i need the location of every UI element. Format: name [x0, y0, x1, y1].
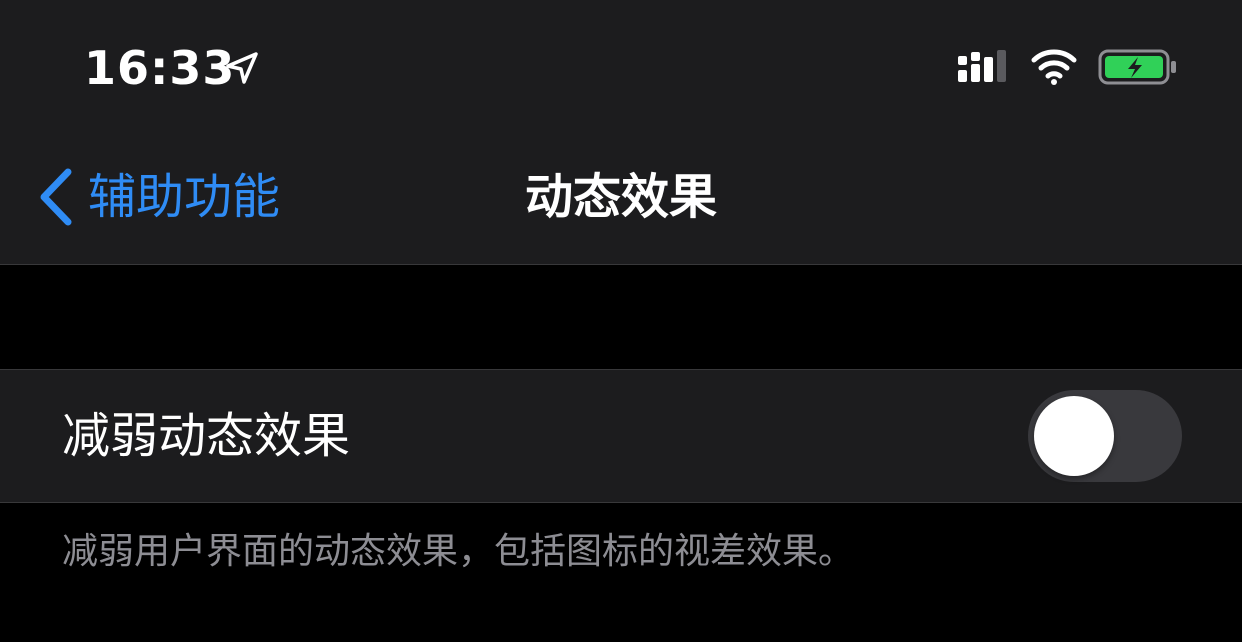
reduce-motion-toggle[interactable]	[1028, 390, 1182, 482]
status-bar: 16:33	[0, 0, 1242, 130]
reduce-motion-description: 减弱用户界面的动态效果，包括图标的视差效果。	[62, 531, 855, 572]
wifi-icon	[1031, 49, 1077, 85]
location-arrow-icon	[226, 52, 258, 84]
battery-charging-icon	[1098, 49, 1176, 85]
cellular-signal-icon	[958, 50, 1006, 82]
reduce-motion-row: 减弱动态效果	[0, 369, 1242, 503]
reduce-motion-label: 减弱动态效果	[62, 408, 351, 464]
toggle-knob	[1034, 396, 1114, 476]
page-title: 动态效果	[524, 169, 717, 225]
status-time: 16:33	[84, 41, 236, 95]
navigation-bar: 辅助功能 动态效果	[0, 130, 1242, 265]
